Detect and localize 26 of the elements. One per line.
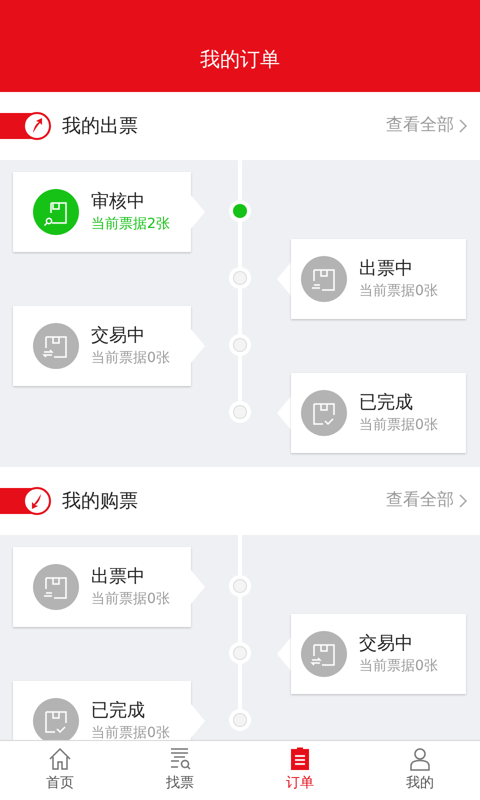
chevron-right-icon <box>458 493 468 509</box>
card-pointer <box>190 568 206 604</box>
status-title: 出票中 <box>359 256 414 280</box>
tab-item[interactable]: 首页 <box>0 741 120 800</box>
page-title: 我的订单 <box>200 46 280 73</box>
status-title: 出票中 <box>91 564 146 588</box>
ticket-count: 当前票据0张 <box>91 724 170 740</box>
ticket-count: 当前票据0张 <box>91 590 170 608</box>
status-title: 已完成 <box>91 698 146 722</box>
card-pointer <box>190 194 206 230</box>
card-pointer <box>190 328 206 364</box>
tab-item[interactable]: 找票 <box>120 741 240 800</box>
section-title: 我的出票 <box>62 114 138 139</box>
tab-item[interactable]: 订单 <box>240 741 360 800</box>
ticket-count: 当前票据0张 <box>91 348 170 368</box>
ticket-count: 当前票据0张 <box>359 416 438 434</box>
ticket-count: 当前票据0张 <box>359 282 438 300</box>
section-title: 我的购票 <box>62 488 138 514</box>
status-title: 交易中 <box>359 632 414 656</box>
ticket-count: 当前票据0张 <box>359 656 438 676</box>
status-title: 已完成 <box>359 390 414 414</box>
chevron-right-icon <box>458 118 468 134</box>
status-title: 交易中 <box>91 324 146 348</box>
status-title: 审核中 <box>91 190 146 214</box>
ticket-count: 当前票据2张 <box>91 214 170 234</box>
tab-item[interactable]: 我的 <box>360 741 480 800</box>
